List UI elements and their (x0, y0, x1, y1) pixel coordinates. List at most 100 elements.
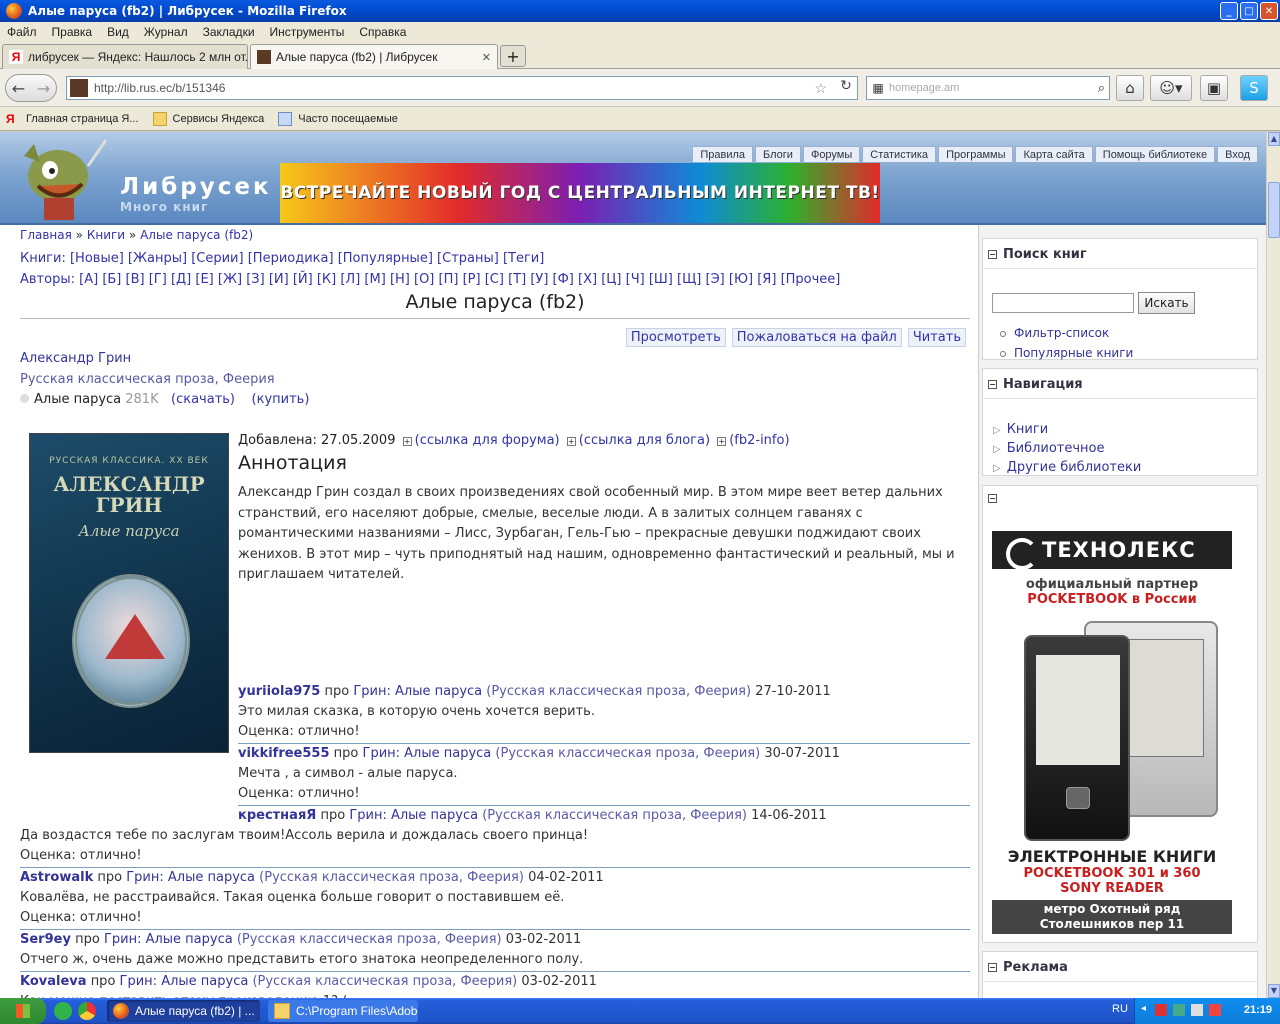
topnav-programs[interactable]: Программы (938, 146, 1014, 162)
author-letter-link[interactable]: [Ж] (218, 272, 242, 287)
read-button[interactable]: Читать (907, 328, 966, 347)
bookmark-yandex-home[interactable]: Я Главная страница Я... (6, 112, 139, 126)
author-letter-link[interactable]: [У] (530, 272, 548, 287)
scroll-up-icon[interactable]: ▲ (1268, 132, 1280, 146)
review-work-link[interactable]: Грин: Алые паруса (120, 974, 249, 989)
site-identity-icon[interactable] (70, 79, 88, 97)
review-user-link[interactable]: крестнаяЯ (238, 808, 316, 823)
author-letter-link[interactable]: [Ю] (729, 272, 753, 287)
books-nav-link[interactable]: [Серии] (191, 251, 243, 266)
author-letter-link[interactable]: [Ш] (649, 272, 673, 287)
review-genre-link[interactable]: (Русская классическая проза, Феерия) (252, 974, 517, 989)
book-author-link[interactable]: Александр Грин (20, 351, 131, 366)
breadcrumb-home[interactable]: Главная (20, 228, 72, 242)
review-work-link[interactable]: Грин: Алые паруса (363, 746, 492, 761)
book-genre-link[interactable]: Русская классическая проза, Феерия (20, 372, 275, 387)
fb2info-link[interactable]: (fb2-info) (729, 433, 789, 448)
author-letter-link[interactable]: [Ф] (553, 272, 574, 287)
review-user-link[interactable]: yuriiola975 (238, 684, 320, 699)
topnav-stats[interactable]: Статистика (862, 146, 937, 162)
expand-icon[interactable]: + (717, 437, 727, 446)
review-work-link[interactable]: Грин: Алые паруса (349, 808, 478, 823)
expand-icon[interactable]: + (566, 437, 576, 446)
review-user-link[interactable]: vikkifree555 (238, 746, 330, 761)
back-arrow-icon[interactable]: ← (6, 79, 31, 98)
review-genre-link[interactable]: (Русская классическая проза, Феерия) (237, 932, 502, 947)
author-letter-link[interactable]: [Ч] (626, 272, 645, 287)
breadcrumb-books[interactable]: Книги (87, 228, 125, 242)
menu-help[interactable]: Справка (359, 25, 406, 39)
antivirus-icon[interactable] (1209, 1004, 1221, 1016)
utorrent-icon[interactable] (54, 1002, 72, 1020)
author-letter-link[interactable]: [А] (79, 272, 98, 287)
skype-icon[interactable]: S (1240, 75, 1268, 101)
vertical-scrollbar[interactable]: ▲ ▼ (1266, 132, 1280, 998)
topnav-login[interactable]: Вход (1217, 146, 1258, 162)
tray-expand-icon[interactable]: ◂ (1141, 1003, 1146, 1014)
volume-icon[interactable] (1191, 1004, 1203, 1016)
book-search-input[interactable] (992, 293, 1134, 313)
collapse-icon[interactable]: − (988, 380, 997, 389)
author-letter-link[interactable]: [Р] (463, 272, 481, 287)
menu-edit[interactable]: Правка (52, 25, 93, 39)
search-bar[interactable]: ▦ homepage.am ⌕ (866, 76, 1110, 100)
books-nav-link[interactable]: [Теги] (503, 251, 544, 266)
bookmark-most-visited[interactable]: Часто посещаемые (278, 111, 398, 126)
forward-arrow-icon[interactable]: → (31, 79, 56, 98)
books-nav-link[interactable]: [Новые] (70, 251, 124, 266)
review-user-link[interactable]: Ser9ey (20, 932, 71, 947)
author-letter-link[interactable]: [Б] (102, 272, 121, 287)
task-explorer[interactable]: C:\Program Files\Adob... (268, 1000, 418, 1022)
close-tab-icon[interactable]: ✕ (474, 51, 491, 64)
chrome-icon[interactable] (78, 1002, 96, 1020)
review-user-link[interactable]: Kovaleva (20, 974, 87, 989)
books-nav-link[interactable]: [Периодика] (248, 251, 334, 266)
forum-link[interactable]: (ссылка для форума) (415, 433, 560, 448)
tray-app-icon[interactable] (1155, 1004, 1167, 1016)
view-button[interactable]: Просмотреть (625, 328, 726, 347)
topnav-blogs[interactable]: Блоги (755, 146, 801, 162)
author-letter-link[interactable]: [Я] (757, 272, 776, 287)
author-letter-link[interactable]: [С] (485, 272, 504, 287)
collapse-icon[interactable]: − (988, 494, 997, 503)
author-letter-link[interactable]: [Д] (171, 272, 191, 287)
nav-library-link[interactable]: Библиотечное (1007, 441, 1105, 456)
ad-banner[interactable]: ВСТРЕЧАЙТЕ НОВЫЙ ГОД С ЦЕНТРАЛЬНЫМ ИНТЕР… (280, 163, 880, 223)
network-icon[interactable] (1173, 1004, 1185, 1016)
author-letter-link[interactable]: [Т] (508, 272, 526, 287)
author-letter-link[interactable]: [Э] (706, 272, 725, 287)
topnav-rules[interactable]: Правила (692, 146, 754, 162)
author-letter-link[interactable]: [Щ] (677, 272, 701, 287)
complain-button[interactable]: Пожаловаться на файл (731, 328, 902, 347)
reload-icon[interactable]: ↻ (836, 78, 856, 98)
review-work-link[interactable]: Грин: Алые паруса (353, 684, 482, 699)
collapse-icon[interactable]: − (988, 963, 997, 972)
nav-books-link[interactable]: Книги (1007, 422, 1048, 437)
home-icon[interactable]: ⌂ (1116, 75, 1144, 101)
author-letter-link[interactable]: [Н] (390, 272, 410, 287)
review-user-link[interactable]: Astrowalk (20, 870, 93, 885)
review-work-link[interactable]: Грин: Алые паруса (126, 870, 255, 885)
author-letter-link[interactable]: [З] (246, 272, 264, 287)
menu-bookmarks[interactable]: Закладки (203, 25, 255, 39)
author-letter-link[interactable]: [Прочее] (781, 272, 841, 287)
expand-icon[interactable]: + (402, 437, 412, 446)
author-letter-link[interactable]: [Ц] (601, 272, 621, 287)
picture-icon[interactable]: ▣ (1200, 75, 1228, 101)
goblin-logo-icon[interactable] (10, 136, 110, 224)
tab-yandex[interactable]: Я либрусек — Яндекс: Нашлось 2 млн от... (2, 44, 248, 69)
close-button[interactable]: ✕ (1260, 2, 1278, 20)
author-letter-link[interactable]: [Г] (149, 272, 167, 287)
review-genre-link[interactable]: (Русская классическая проза, Феерия) (482, 808, 747, 823)
author-letter-link[interactable]: [Й] (293, 272, 313, 287)
author-letter-link[interactable]: [М] (364, 272, 385, 287)
search-engine-icon[interactable]: ▦ (867, 81, 889, 95)
author-letter-link[interactable]: [Х] (578, 272, 597, 287)
topnav-help[interactable]: Помощь библиотеке (1094, 146, 1216, 162)
scrollbar-thumb[interactable] (1268, 182, 1280, 238)
review-genre-link[interactable]: (Русская классическая проза, Феерия) (259, 870, 524, 885)
search-button[interactable]: Искать (1138, 292, 1195, 314)
tab-librusek[interactable]: Алые паруса (fb2) | Либрусек ✕ (250, 44, 498, 69)
author-letter-link[interactable]: [П] (439, 272, 459, 287)
filter-list-link[interactable]: Фильтр-список (1014, 326, 1109, 340)
